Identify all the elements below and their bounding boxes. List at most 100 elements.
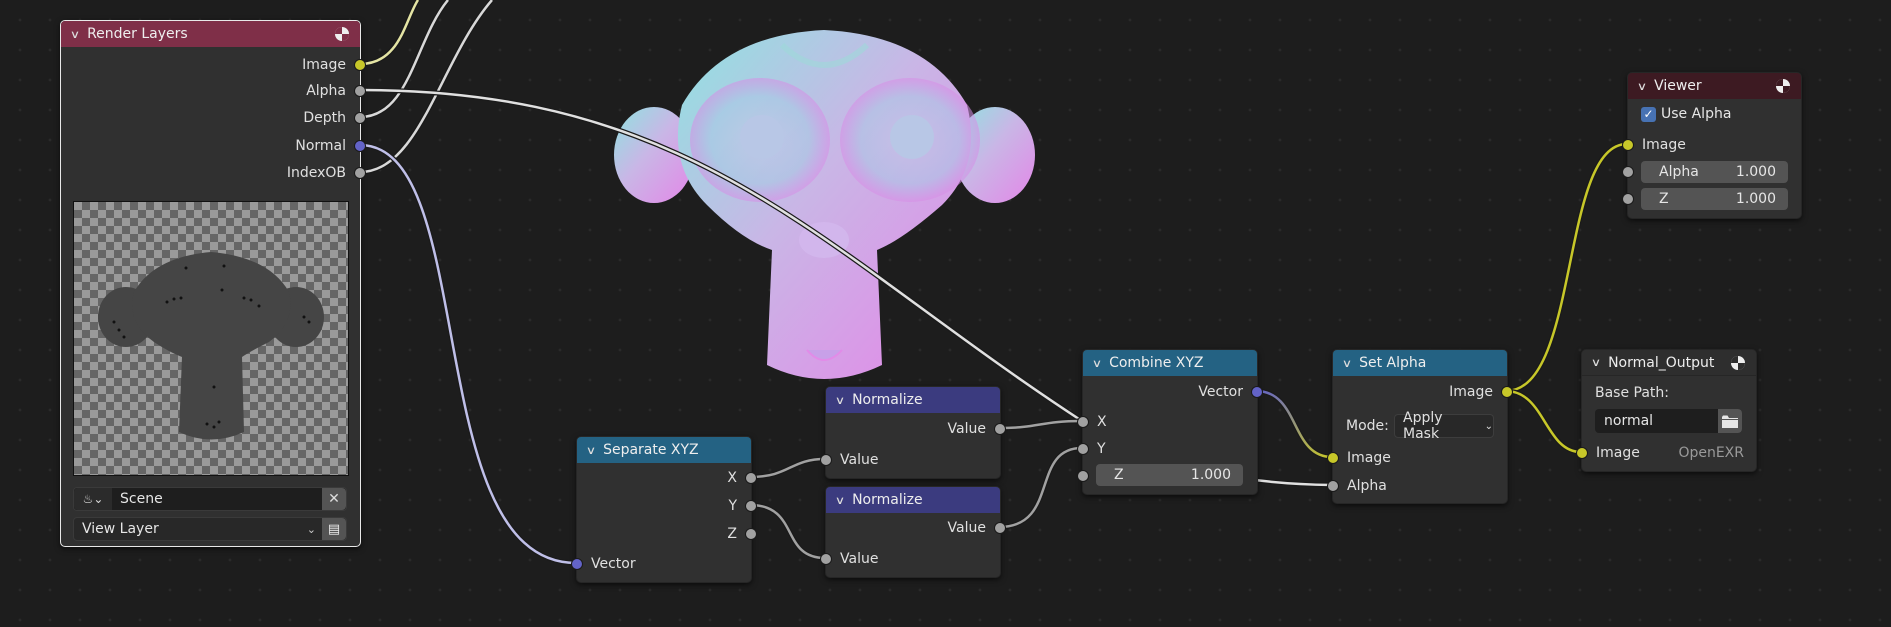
scene-data-icon[interactable]: ♨⌄ bbox=[74, 488, 112, 510]
input-image: Image bbox=[1628, 134, 1801, 156]
node-set-alpha[interactable]: ∨ Set Alpha Image Mode: Apply Mask ⌄ Ima… bbox=[1327, 349, 1513, 504]
collapse-chevron-icon[interactable]: ∨ bbox=[1092, 357, 1102, 370]
collapse-chevron-icon[interactable]: ∨ bbox=[835, 494, 845, 507]
alpha-value-field[interactable]: Alpha 1.000 bbox=[1641, 161, 1788, 183]
render-preview-icon[interactable] bbox=[1730, 355, 1746, 371]
collapse-chevron-icon[interactable]: ∨ bbox=[586, 444, 596, 457]
node-separate-xyz[interactable]: ∨ Separate XYZ X Y Z Vector bbox=[571, 436, 757, 583]
view-layer-name: View Layer bbox=[82, 521, 159, 537]
socket-y-out[interactable] bbox=[745, 500, 757, 512]
socket-label: Y bbox=[728, 498, 737, 514]
input-y: Y bbox=[1083, 438, 1257, 460]
socket-label: Normal bbox=[295, 138, 346, 154]
socket-vector-out[interactable] bbox=[1251, 386, 1263, 398]
node-header[interactable]: ∨ Combine XYZ bbox=[1083, 350, 1257, 376]
file-format-label: OpenEXR bbox=[1678, 445, 1744, 461]
socket-alpha-in[interactable] bbox=[1622, 166, 1634, 178]
node-combine-xyz[interactable]: ∨ Combine XYZ Vector X Y Z 1.000 bbox=[1077, 349, 1263, 495]
node-file-output[interactable]: ∨ Normal_Output Base Path: normal Image … bbox=[1576, 349, 1757, 472]
clear-scene-button[interactable]: ✕ bbox=[322, 488, 346, 510]
socket-label: Image bbox=[1596, 445, 1640, 461]
input-x: X bbox=[1083, 411, 1257, 433]
node-viewer[interactable]: ∨ Viewer ✓ Use Alpha Image Alpha 1.000 Z… bbox=[1622, 72, 1802, 219]
input-image: Image OpenEXR bbox=[1582, 442, 1756, 464]
output-indexob: IndexOB bbox=[61, 162, 360, 184]
socket-z-in[interactable] bbox=[1077, 470, 1089, 482]
scene-selector[interactable]: ♨⌄ Scene ✕ bbox=[73, 487, 347, 511]
socket-label: Alpha bbox=[1347, 478, 1387, 494]
socket-image-out[interactable] bbox=[1501, 386, 1513, 398]
socket-label: Image bbox=[1642, 137, 1686, 153]
render-preview-icon[interactable] bbox=[1775, 78, 1791, 94]
node-title: Combine XYZ bbox=[1109, 355, 1204, 371]
checkbox-checked-icon[interactable]: ✓ bbox=[1641, 106, 1656, 122]
output-z: Z bbox=[577, 523, 751, 545]
socket-indexob-out[interactable] bbox=[354, 167, 366, 179]
socket-x-in[interactable] bbox=[1077, 416, 1089, 428]
socket-alpha-in[interactable] bbox=[1327, 480, 1339, 492]
mode-dropdown[interactable]: Apply Mask ⌄ bbox=[1394, 410, 1494, 442]
output-value: Value bbox=[826, 517, 1000, 539]
output-alpha: Alpha bbox=[61, 80, 360, 102]
node-header[interactable]: ∨ Normal_Output bbox=[1582, 350, 1756, 376]
socket-depth-out[interactable] bbox=[354, 112, 366, 124]
input-value: Value bbox=[826, 548, 1000, 570]
node-title: Render Layers bbox=[87, 26, 188, 42]
socket-label: Value bbox=[947, 520, 986, 536]
node-header[interactable]: ∨ Normalize bbox=[826, 487, 1000, 513]
node-header[interactable]: ∨ Set Alpha bbox=[1333, 350, 1507, 376]
node-normalize-2[interactable]: ∨ Normalize Value Value bbox=[820, 486, 1006, 578]
socket-image-in[interactable] bbox=[1576, 447, 1588, 459]
socket-vector-in[interactable] bbox=[571, 558, 583, 570]
socket-z-in[interactable] bbox=[1622, 193, 1634, 205]
socket-normal-out[interactable] bbox=[354, 140, 366, 152]
link-normalize2-to-combine-y bbox=[998, 445, 1083, 530]
socket-image-out[interactable] bbox=[354, 59, 366, 71]
socket-label: IndexOB bbox=[286, 165, 346, 181]
node-title: Normalize bbox=[852, 392, 923, 408]
node-render-layers[interactable]: ∨ Render Layers Image Alpha Depth Normal… bbox=[60, 20, 366, 547]
use-alpha-checkbox[interactable]: ✓ Use Alpha bbox=[1641, 106, 1731, 122]
socket-image-in[interactable] bbox=[1327, 452, 1339, 464]
socket-value-in[interactable] bbox=[820, 454, 832, 466]
node-header[interactable]: ∨ Normalize bbox=[826, 387, 1000, 413]
input-alpha: Alpha bbox=[1333, 475, 1507, 497]
output-depth: Depth bbox=[61, 107, 360, 129]
socket-label: X bbox=[727, 470, 737, 486]
socket-z-out[interactable] bbox=[745, 528, 757, 540]
socket-value-out[interactable] bbox=[994, 522, 1006, 534]
socket-alpha-out[interactable] bbox=[354, 85, 366, 97]
field-value: 1.000 bbox=[1735, 164, 1776, 180]
collapse-chevron-icon[interactable]: ∨ bbox=[1591, 356, 1601, 369]
socket-label: Depth bbox=[303, 110, 346, 126]
socket-image-in[interactable] bbox=[1622, 139, 1634, 151]
node-header[interactable]: ∨ Viewer bbox=[1628, 73, 1801, 99]
socket-label: X bbox=[1097, 414, 1107, 430]
socket-value-in[interactable] bbox=[820, 553, 832, 565]
link-normal-to-separate bbox=[359, 142, 577, 566]
socket-label: Vector bbox=[591, 556, 636, 572]
node-header[interactable]: ∨ Separate XYZ bbox=[577, 437, 751, 463]
collapse-chevron-icon[interactable]: ∨ bbox=[70, 28, 80, 41]
input-value: Value bbox=[826, 449, 1000, 471]
scene-name[interactable]: Scene bbox=[112, 491, 322, 507]
output-vector: Vector bbox=[1083, 381, 1257, 403]
base-path-input[interactable]: normal bbox=[1595, 409, 1742, 433]
z-value-field[interactable]: Z 1.000 bbox=[1096, 464, 1243, 486]
render-layer-icon[interactable]: ▤ bbox=[322, 518, 346, 540]
view-layer-selector[interactable]: View Layer ⌄ ▤ bbox=[73, 517, 347, 541]
render-preview-icon[interactable] bbox=[334, 26, 350, 42]
node-header[interactable]: ∨ Render Layers bbox=[61, 21, 360, 47]
socket-y-in[interactable] bbox=[1077, 443, 1089, 455]
collapse-chevron-icon[interactable]: ∨ bbox=[835, 394, 845, 407]
node-title: Normal_Output bbox=[1608, 354, 1715, 371]
node-normalize-1[interactable]: ∨ Normalize Value Value bbox=[820, 386, 1006, 479]
socket-value-out[interactable] bbox=[994, 423, 1006, 435]
socket-x-out[interactable] bbox=[745, 472, 757, 484]
folder-browse-icon[interactable] bbox=[1718, 409, 1742, 433]
collapse-chevron-icon[interactable]: ∨ bbox=[1342, 357, 1352, 370]
collapse-chevron-icon[interactable]: ∨ bbox=[1637, 80, 1647, 93]
z-value-field[interactable]: Z 1.000 bbox=[1641, 188, 1788, 210]
socket-label: Image bbox=[1449, 384, 1493, 400]
output-x: X bbox=[577, 467, 751, 489]
